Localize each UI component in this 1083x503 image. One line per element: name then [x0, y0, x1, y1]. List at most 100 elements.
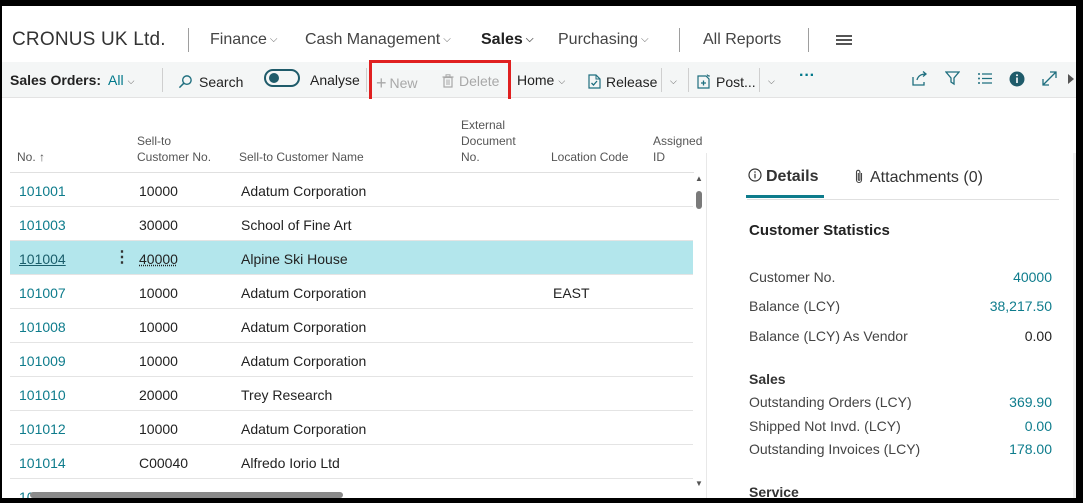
post-more-dropdown[interactable]: ⌵	[768, 72, 775, 88]
shipped-not-invd-value[interactable]: 0.00	[1025, 418, 1052, 434]
share-icon[interactable]	[911, 71, 928, 86]
table-row[interactable]: 101012 10000 Adatum Corporation	[10, 411, 693, 445]
order-no-link[interactable]: 101007	[19, 285, 66, 301]
nav-purchasing-label: Purchasing	[558, 31, 639, 48]
service-heading: Service	[749, 484, 799, 498]
post-label: Post...	[716, 74, 756, 90]
table-row[interactable]: 101007 10000 Adatum Corporation EAST	[10, 275, 693, 309]
post-document-icon	[697, 74, 710, 89]
action-divider	[759, 68, 760, 92]
balance-vendor-label: Balance (LCY) As Vendor	[749, 328, 908, 344]
customer-name: Adatum Corporation	[241, 319, 367, 335]
table-row-selected[interactable]: 101004 ⋮ 40000 Alpine Ski House	[10, 241, 693, 275]
customer-no[interactable]: 40000	[139, 251, 178, 267]
order-no-link[interactable]: 101014	[19, 455, 66, 471]
company-name[interactable]: CRONUS UK Ltd.	[12, 29, 166, 51]
chevron-down-icon: ⌵	[641, 34, 649, 45]
factbox-pane: Details Attachments (0) Customer Statist…	[706, 153, 1076, 498]
customer-no: 10000	[139, 183, 178, 199]
sales-orders-list: No. ↑ Sell-to Customer No. Sell-to Custo…	[2, 99, 704, 498]
column-header-customer-no[interactable]: Sell-to Customer No.	[137, 133, 211, 165]
action-divider	[162, 68, 163, 92]
horizontal-scrollbar-thumb[interactable]	[30, 492, 343, 498]
order-no-link[interactable]: 101004	[19, 251, 66, 267]
order-no-link[interactable]: 101009	[19, 353, 66, 369]
order-no-link[interactable]: 101008	[19, 319, 66, 335]
search-label: Search	[199, 74, 244, 90]
customer-no-label: Customer No.	[749, 269, 836, 285]
order-no-link[interactable]: 101003	[19, 217, 66, 233]
column-header-assigned-user[interactable]: Assigned U ID	[653, 133, 703, 165]
tab-details[interactable]: Details	[748, 167, 818, 186]
column-header-location[interactable]: Location Code	[551, 149, 628, 165]
table-row[interactable]: 101003 30000 School of Fine Art	[10, 207, 693, 241]
search-button[interactable]: Search	[178, 72, 243, 90]
chevron-down-icon: ⌵	[525, 34, 534, 45]
tab-details-label: Details	[766, 168, 819, 185]
nav-sales[interactable]: Sales ⌵	[481, 31, 533, 49]
factbox-title[interactable]: Customer Statistics	[749, 222, 890, 239]
analyse-label: Analyse	[310, 72, 360, 88]
order-no-link[interactable]: 101010	[19, 387, 66, 403]
scroll-up-icon[interactable]: ▲	[695, 174, 703, 183]
info-icon[interactable]	[1009, 71, 1025, 87]
shipped-not-invd-label: Shipped Not Invd. (LCY)	[749, 418, 901, 434]
column-header-customer-name[interactable]: Sell-to Customer Name	[239, 149, 364, 165]
factbox-scroll-track	[1073, 153, 1076, 498]
outstanding-orders-label: Outstanding Orders (LCY)	[749, 394, 912, 410]
column-header-no[interactable]: No. ↑	[17, 149, 45, 165]
release-more-dropdown[interactable]: ⌵	[670, 72, 677, 88]
nav-finance[interactable]: Finance ⌵	[210, 31, 278, 49]
customer-name: Adatum Corporation	[241, 353, 367, 369]
more-actions-button[interactable]: ···	[799, 67, 815, 85]
table-row[interactable]: 101009 10000 Adatum Corporation	[10, 343, 693, 377]
release-document-icon	[588, 74, 601, 89]
customer-no: 10000	[139, 319, 178, 335]
release-label: Release	[606, 74, 658, 90]
balance-label: Balance (LCY)	[749, 298, 841, 314]
analyse-toggle[interactable]	[264, 69, 300, 87]
release-button[interactable]: Release	[588, 72, 657, 90]
order-no-link[interactable]: 101001	[19, 183, 66, 199]
tab-attachments[interactable]: Attachments (0)	[854, 167, 983, 187]
expand-icon[interactable]	[1042, 71, 1057, 86]
customer-name: Adatum Corporation	[241, 285, 367, 301]
app-window: CRONUS UK Ltd. Finance ⌵ Cash Management ⌵…	[2, 6, 1076, 498]
table-row[interactable]: 101014 C00040 Alfredo Iorio Ltd	[10, 445, 693, 479]
nav-all-reports[interactable]: All Reports	[703, 31, 781, 49]
vertical-scrollbar[interactable]: ▲ ▼	[694, 172, 704, 498]
customer-no-value[interactable]: 40000	[1013, 269, 1052, 285]
chevron-down-icon: ⌵	[768, 76, 775, 86]
scroll-down-icon[interactable]: ▼	[695, 479, 703, 488]
chevron-down-icon: ⌵	[443, 34, 451, 45]
nav-purchasing[interactable]: Purchasing ⌵	[558, 31, 649, 49]
scroll-right-icon[interactable]	[1068, 74, 1074, 84]
table-row[interactable]: 101008 10000 Adatum Corporation	[10, 309, 693, 343]
paperclip-icon	[855, 169, 863, 184]
customer-name: Adatum Corporation	[241, 183, 367, 199]
nav-cash-management[interactable]: Cash Management ⌵	[305, 31, 451, 49]
chevron-down-icon: ⌵	[558, 76, 566, 86]
customer-no: 20000	[139, 387, 178, 403]
filter-icon[interactable]	[945, 71, 960, 86]
view-filter-dropdown[interactable]: All ⌵	[108, 72, 134, 88]
nav-divider	[808, 28, 809, 52]
customer-name: Adatum Corporation	[241, 421, 367, 437]
post-button[interactable]: Post...	[697, 72, 756, 90]
table-row[interactable]: 101010 20000 Trey Research	[10, 377, 693, 411]
table-row[interactable]: 101001 10000 Adatum Corporation	[10, 173, 693, 207]
column-header-external-doc[interactable]: External Document No.	[461, 117, 516, 165]
hamburger-menu-icon[interactable]	[836, 35, 852, 45]
order-no-link[interactable]: 101012	[19, 421, 66, 437]
outstanding-invoices-value[interactable]: 178.00	[1009, 441, 1052, 457]
active-tab-indicator	[746, 195, 824, 198]
home-dropdown[interactable]: Home ⌵	[517, 72, 565, 88]
nav-sales-label: Sales	[481, 31, 523, 48]
customer-no: C00040	[139, 455, 189, 471]
analyse-toggle-knob	[269, 73, 279, 83]
balance-value[interactable]: 38,217.50	[990, 298, 1052, 314]
scrollbar-thumb[interactable]	[696, 191, 702, 209]
outstanding-orders-value[interactable]: 369.90	[1009, 394, 1052, 410]
list-view-icon[interactable]	[977, 71, 993, 86]
row-actions-icon[interactable]: ⋮	[114, 247, 130, 267]
